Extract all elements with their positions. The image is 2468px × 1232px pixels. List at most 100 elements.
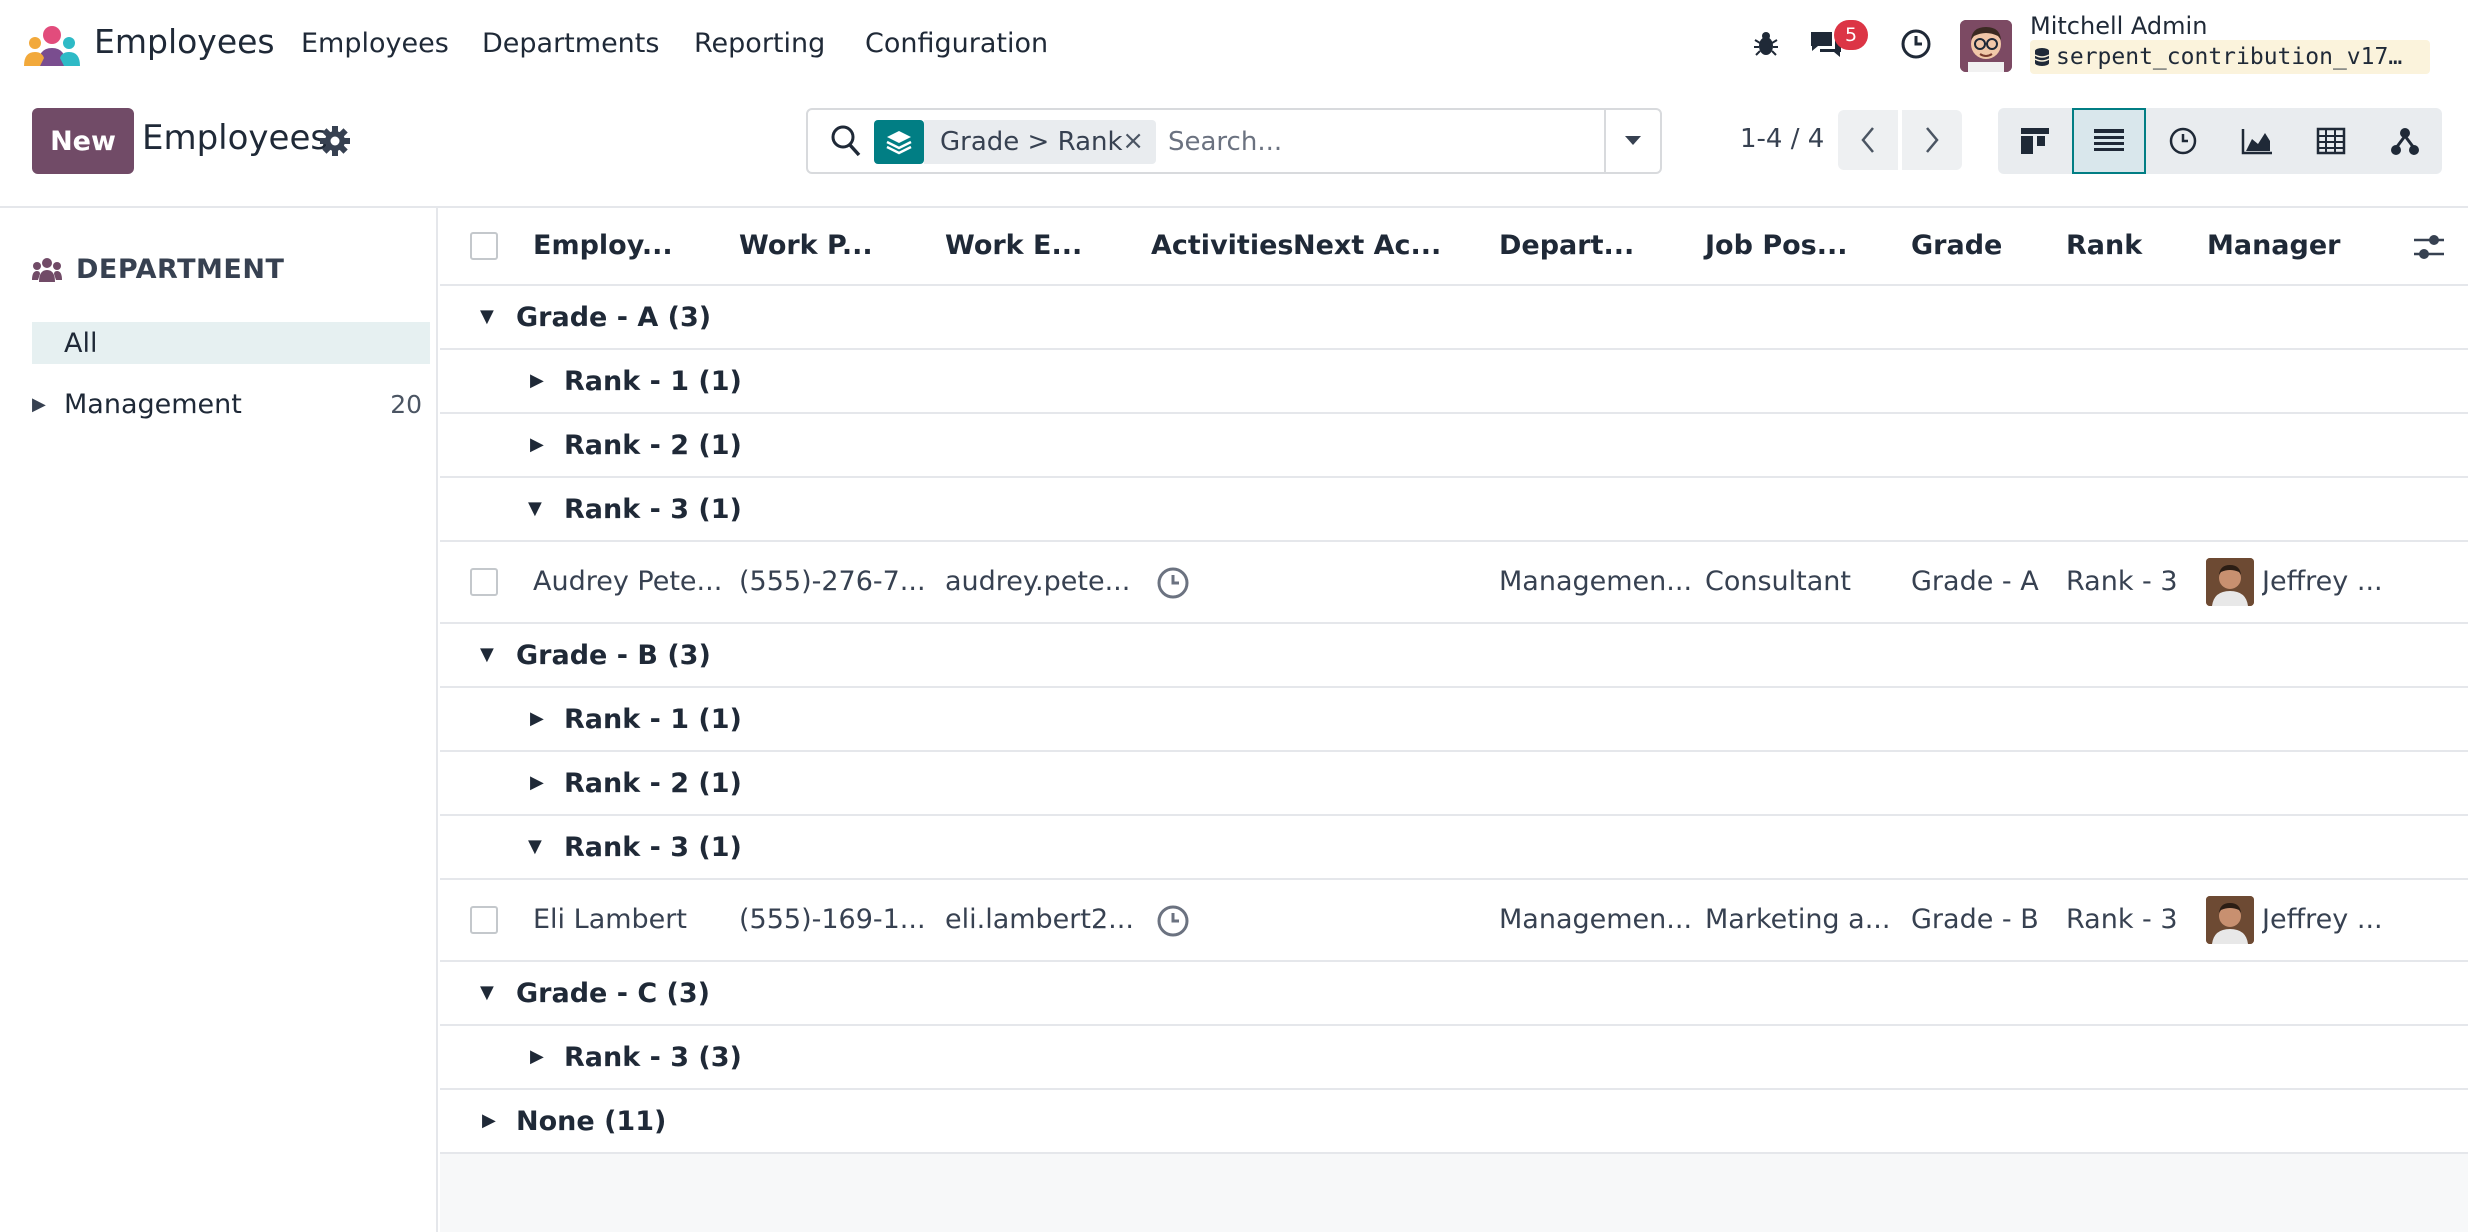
- group-label: Rank - 1 (1): [564, 366, 742, 397]
- group-by-layers-icon: [874, 120, 924, 164]
- group-label: Rank - 2 (1): [564, 430, 742, 461]
- row-checkbox[interactable]: [470, 568, 498, 596]
- col-employee-name[interactable]: Employ...: [533, 230, 673, 261]
- pager-next-button[interactable]: [1902, 110, 1962, 170]
- menu-configuration[interactable]: Configuration: [865, 28, 1048, 59]
- clock-icon: [2169, 127, 2197, 155]
- search-bar: Grade > Rank ×: [806, 108, 1662, 174]
- subgroup-row-rank-3[interactable]: ▶ Rank - 3 (3): [440, 1026, 2468, 1090]
- col-work-email[interactable]: Work E...: [945, 230, 1082, 261]
- group-label: Rank - 3 (3): [564, 1042, 742, 1073]
- activity-clock-icon[interactable]: [1156, 566, 1190, 600]
- list-view-button[interactable]: [2072, 108, 2146, 174]
- table-icon: [2316, 127, 2346, 155]
- group-by-facet: Grade > Rank ×: [924, 120, 1156, 164]
- department-side-panel: DEPARTMENT All ▶ Management 20: [0, 208, 438, 1232]
- cell-grade: Grade - A: [1911, 566, 2039, 597]
- cell-department: Managemen...: [1499, 566, 1693, 597]
- pager-value[interactable]: 1-4 / 4: [1740, 124, 1824, 154]
- kanban-view-button[interactable]: [1998, 108, 2072, 174]
- menu-reporting[interactable]: Reporting: [694, 28, 825, 59]
- caret-right-icon[interactable]: ▶: [32, 394, 64, 415]
- caret-right-icon: ▶: [530, 772, 544, 793]
- cell-rank: Rank - 3: [2066, 904, 2178, 935]
- menu-departments[interactable]: Departments: [482, 28, 659, 59]
- cell-work-phone: (555)-169-1...: [739, 904, 926, 935]
- caret-right-icon: ▶: [530, 434, 544, 455]
- side-panel-title: DEPARTMENT: [76, 254, 285, 285]
- search-options-toggle[interactable]: [1604, 110, 1660, 172]
- cell-work-email: audrey.pete...: [945, 566, 1131, 597]
- row-checkbox[interactable]: [470, 906, 498, 934]
- col-activities[interactable]: Activities: [1151, 230, 1293, 261]
- subgroup-row-rank-1[interactable]: ▶ Rank - 1 (1): [440, 688, 2468, 752]
- pager-previous-button[interactable]: [1838, 110, 1898, 170]
- messages-badge: 5: [1834, 20, 1868, 50]
- caret-down-icon: ▼: [480, 306, 494, 327]
- subgroup-row-rank-3[interactable]: ▼ Rank - 3 (1): [440, 816, 2468, 880]
- hierarchy-view-button[interactable]: [2368, 108, 2442, 174]
- activity-clock-icon[interactable]: [1156, 904, 1190, 938]
- group-label: None (11): [516, 1106, 667, 1137]
- col-department[interactable]: Depart...: [1499, 230, 1634, 261]
- department-filter-management[interactable]: ▶ Management 20: [32, 384, 422, 424]
- table-row[interactable]: Eli Lambert (555)-169-1... eli.lambert2.…: [440, 880, 2468, 962]
- department-label[interactable]: Management: [64, 389, 242, 420]
- debug-bug-icon[interactable]: [1748, 26, 1784, 62]
- caret-right-icon: ▶: [530, 708, 544, 729]
- menu-employees[interactable]: Employees: [301, 28, 449, 59]
- col-next-activity[interactable]: Next Ac...: [1293, 230, 1441, 261]
- optional-columns-icon[interactable]: [2412, 232, 2446, 262]
- cell-employee-name: Eli Lambert: [533, 904, 687, 935]
- area-chart-icon: [2241, 129, 2272, 155]
- breadcrumb: Employees: [142, 118, 329, 158]
- facet-remove-icon[interactable]: ×: [1122, 126, 1144, 156]
- database-label: serpent_contribution_v17…: [2056, 44, 2403, 70]
- caret-down-icon: [1625, 136, 1641, 145]
- group-label: Grade - C (3): [516, 978, 711, 1009]
- cell-job-position: Marketing a...: [1705, 904, 1891, 935]
- search-icon[interactable]: [830, 124, 862, 158]
- subgroup-row-rank-2[interactable]: ▶ Rank - 2 (1): [440, 414, 2468, 478]
- col-grade[interactable]: Grade: [1911, 230, 2002, 261]
- subgroup-row-rank-3[interactable]: ▼ Rank - 3 (1): [440, 478, 2468, 542]
- cell-grade: Grade - B: [1911, 904, 2039, 935]
- group-row-grade-b[interactable]: ▼ Grade - B (3): [440, 624, 2468, 688]
- group-row-grade-c[interactable]: ▼ Grade - C (3): [440, 962, 2468, 1026]
- cell-manager: Jeffrey ...: [2262, 566, 2383, 597]
- top-navbar: Employees Employees Departments Reportin…: [0, 0, 2468, 88]
- caret-down-icon: ▼: [480, 644, 494, 665]
- chevron-right-icon: [1926, 127, 1939, 153]
- facet-label: Grade > Rank: [940, 127, 1123, 157]
- list-icon: [2094, 129, 2124, 151]
- new-button[interactable]: New: [32, 108, 134, 174]
- user-avatar[interactable]: [1960, 20, 2012, 72]
- search-input[interactable]: [1158, 122, 1598, 162]
- database-name: serpent_contribution_v17…: [2030, 40, 2430, 74]
- select-all-checkbox[interactable]: [470, 232, 498, 260]
- gear-icon[interactable]: [318, 124, 352, 158]
- subgroup-row-rank-2[interactable]: ▶ Rank - 2 (1): [440, 752, 2468, 816]
- group-label: Rank - 1 (1): [564, 704, 742, 735]
- employee-list: Employ... Work P... Work E... Activities…: [440, 208, 2468, 1232]
- col-job-position[interactable]: Job Pos...: [1705, 230, 1848, 261]
- employees-app-icon[interactable]: [24, 24, 80, 66]
- subgroup-row-rank-1[interactable]: ▶ Rank - 1 (1): [440, 350, 2468, 414]
- group-label: Rank - 2 (1): [564, 768, 742, 799]
- department-filter-all[interactable]: All: [32, 322, 430, 364]
- graph-view-button[interactable]: [2220, 108, 2294, 174]
- pivot-view-button[interactable]: [2294, 108, 2368, 174]
- table-row[interactable]: Audrey Pete... (555)-276-7... audrey.pet…: [440, 542, 2468, 624]
- group-row-none[interactable]: ▶ None (11): [440, 1090, 2468, 1154]
- col-manager[interactable]: Manager: [2207, 230, 2340, 261]
- activity-clock-icon[interactable]: [1898, 26, 1934, 62]
- cell-work-email: eli.lambert2...: [945, 904, 1134, 935]
- user-name[interactable]: Mitchell Admin: [2030, 12, 2207, 40]
- manager-avatar: [2206, 896, 2254, 944]
- app-title[interactable]: Employees: [94, 22, 275, 61]
- group-row-grade-a[interactable]: ▼ Grade - A (3): [440, 286, 2468, 350]
- col-rank[interactable]: Rank: [2066, 230, 2142, 261]
- cell-department: Managemen...: [1499, 904, 1693, 935]
- col-work-phone[interactable]: Work P...: [739, 230, 873, 261]
- activity-view-button[interactable]: [2146, 108, 2220, 174]
